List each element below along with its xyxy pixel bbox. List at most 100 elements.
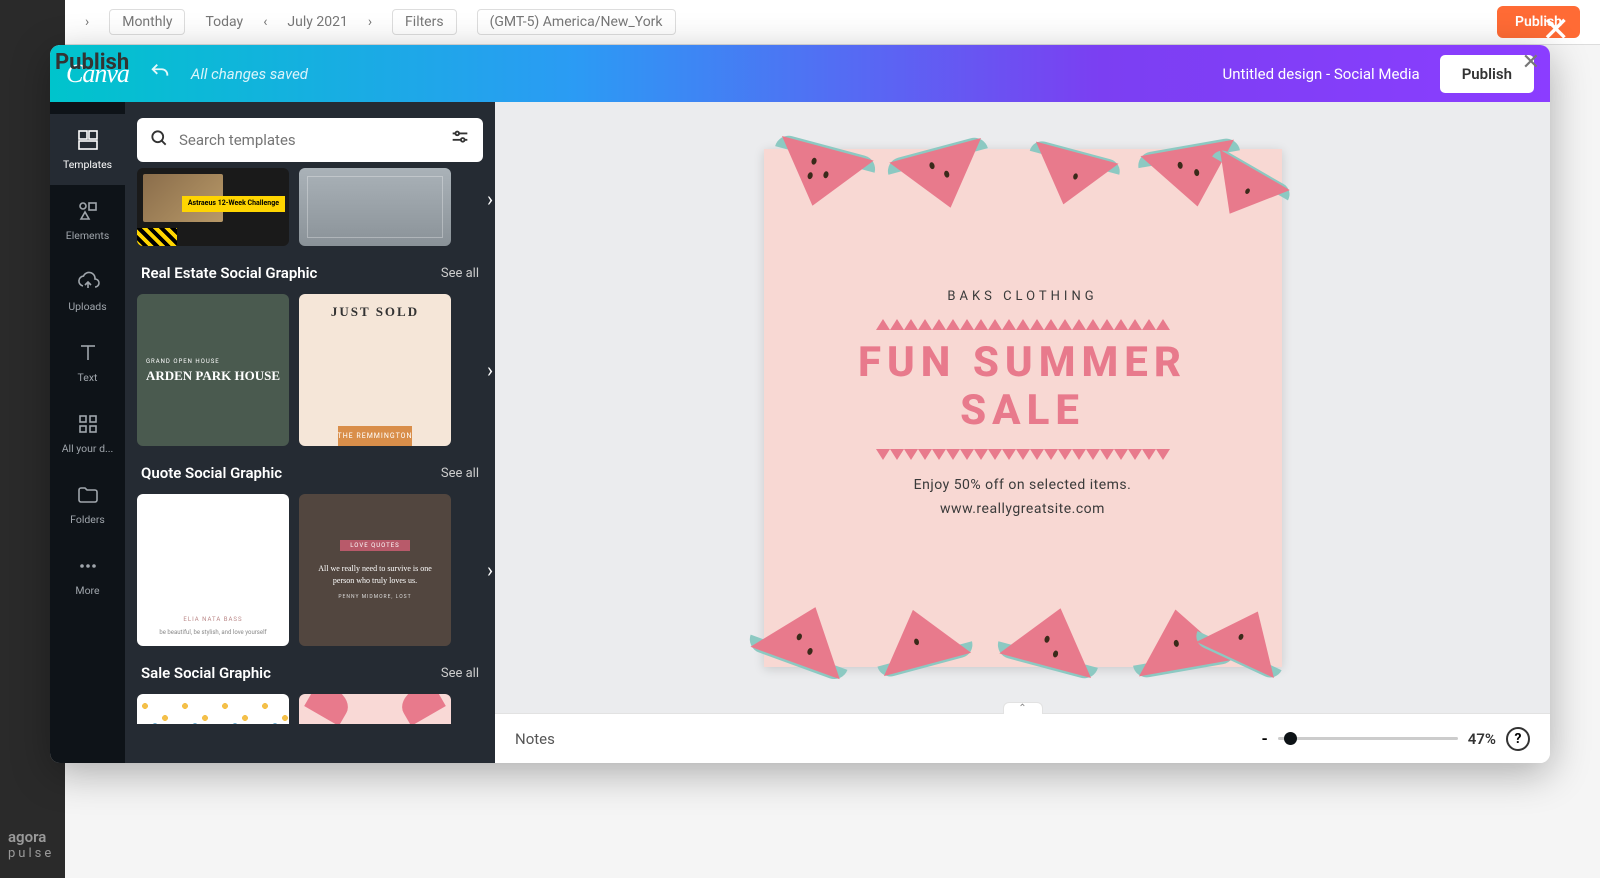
section-title: Quote Social Graphic [141, 464, 282, 482]
document-title[interactable]: Untitled design - Social Media [1223, 65, 1420, 83]
thumb-bottom-text: THE REMMINGTON [338, 426, 413, 446]
section-quote: Quote Social Graphic See all ELIA NATA B… [137, 464, 483, 646]
bg-nav-arrow: › [85, 14, 89, 30]
template-thumb[interactable]: GRAND OPEN HOUSE ARDEN PARK HOUSE [137, 294, 289, 446]
bg-date: July 2021 [287, 14, 347, 30]
nav-text[interactable]: Text [50, 327, 125, 398]
watermelon-icon [996, 595, 1106, 687]
section-title: Sale Social Graphic [141, 664, 271, 682]
editor-topbar: Canva All changes saved Untitled design … [50, 45, 1550, 102]
thumb-tag: LOVE QUOTES [340, 540, 409, 551]
close-icon[interactable]: ✕ [1542, 10, 1571, 50]
design-brand-text[interactable]: BAKS CLOTHING [764, 289, 1282, 304]
design-subtext2[interactable]: www.reallygreatsite.com [764, 501, 1282, 517]
zoom-minus[interactable]: - [1261, 729, 1267, 748]
thumb-caption: be beautiful, be stylish, and love yours… [157, 623, 268, 638]
headline-line2: SALE [960, 386, 1085, 435]
watermelon-icon [766, 125, 876, 217]
design-divider-bottom [864, 449, 1182, 461]
nav-templates-label: Templates [63, 158, 112, 171]
thumb-row: GRAND OPEN HOUSE ARDEN PARK HOUSE JUST S… [137, 294, 483, 446]
template-thumb[interactable]: JUST SOLD THE REMMINGTON [299, 294, 451, 446]
canva-editor-modal: Canva All changes saved Untitled design … [50, 45, 1550, 763]
thumb-name: ELIA NATA BASS [183, 616, 242, 623]
watermelon-icon [886, 127, 996, 219]
bg-timezone: (GMT-5) America/New_York [477, 9, 676, 35]
save-status: All changes saved [191, 65, 308, 83]
agorapulse-logo: agora pulse [8, 830, 54, 860]
template-thumb[interactable]: Astraeus 12-Week Challenge [137, 168, 289, 246]
watermelon-icon [746, 590, 859, 688]
nav-elements-label: Elements [66, 229, 110, 242]
template-thumb[interactable] [299, 168, 451, 246]
watermelon-icon [1022, 132, 1121, 215]
see-all-link[interactable]: See all [441, 466, 479, 481]
undo-icon[interactable] [149, 61, 171, 87]
bg-monthly: Monthly [109, 9, 185, 35]
thumb-quote: All we really need to survive is one per… [311, 563, 439, 585]
chevron-right-icon[interactable]: › [487, 558, 493, 582]
template-thumb[interactable]: LOVE QUOTES All we really need to surviv… [299, 494, 451, 646]
agora-line1: agora [8, 828, 46, 846]
search-input[interactable] [179, 131, 439, 149]
nav-folders[interactable]: Folders [50, 469, 125, 540]
thumb-top-text: JUST SOLD [331, 294, 419, 330]
zoom-control: - 47% ? [1261, 727, 1530, 751]
see-all-link[interactable]: See all [441, 266, 479, 281]
template-thumb[interactable]: ELIA NATA BASS be beautiful, be stylish,… [137, 494, 289, 646]
zoom-slider-thumb[interactable] [1284, 732, 1297, 745]
nav-elements[interactable]: Elements [50, 185, 125, 256]
thumb-row: ELIA NATA BASS be beautiful, be stylish,… [137, 494, 483, 646]
filter-icon[interactable] [449, 127, 471, 153]
design-divider-top [864, 319, 1182, 331]
bg-toolbar: › Monthly Today ‹ July 2021 › Filters (G… [65, 0, 1600, 45]
thumb-row-partial: Astraeus 12-Week Challenge › [137, 168, 483, 246]
bg-next: › [368, 14, 372, 30]
chevron-right-icon[interactable]: › [487, 187, 493, 211]
expand-handle-icon[interactable]: ⌃ [1003, 702, 1043, 714]
editor-body: Templates Elements Uploads Text All your… [50, 102, 1550, 763]
canvas-footer: ⌃ Notes - 47% ? [495, 713, 1550, 763]
zoom-slider[interactable] [1278, 737, 1458, 740]
nav-more-label: More [75, 584, 99, 597]
nav-allyourd-label: All your d... [62, 442, 114, 455]
see-all-link[interactable]: See all [441, 666, 479, 681]
templates-panel: Astraeus 12-Week Challenge › Real Estate… [125, 102, 495, 763]
canvas-area: BAKS CLOTHING FUN SUMMER SALE Enjoy 50% … [495, 102, 1550, 763]
nav-allyourdesigns[interactable]: All your d... [50, 398, 125, 469]
bg-filters: Filters [392, 9, 457, 35]
nav-more[interactable]: More [50, 540, 125, 611]
thumb-row [137, 694, 483, 724]
canvas-viewport[interactable]: BAKS CLOTHING FUN SUMMER SALE Enjoy 50% … [495, 102, 1550, 713]
template-thumb[interactable] [137, 694, 289, 724]
agora-line2: pulse [8, 846, 54, 861]
section-realestate: Real Estate Social Graphic See all GRAND… [137, 264, 483, 446]
publish-button[interactable]: Publish [1440, 55, 1534, 93]
chevron-right-icon[interactable]: › [487, 358, 493, 382]
nav-uploads[interactable]: Uploads [50, 256, 125, 327]
template-search[interactable] [137, 118, 483, 162]
section-sale: Sale Social Graphic See all [137, 664, 483, 724]
thumb-author: PENNY MIDMORE, LOST [338, 594, 411, 600]
template-thumb[interactable] [299, 694, 451, 724]
nav-uploads-label: Uploads [68, 300, 106, 313]
headline-line1: FUN SUMMER [858, 338, 1187, 387]
thumb-smalltext: GRAND OPEN HOUSE [146, 358, 280, 365]
modal-header-publish: Publish [55, 50, 129, 75]
nav-templates[interactable]: Templates [50, 114, 125, 185]
watermelon-icon [869, 598, 973, 686]
design-canvas[interactable]: BAKS CLOTHING FUN SUMMER SALE Enjoy 50% … [764, 149, 1282, 667]
bg-prev: ‹ [263, 14, 267, 30]
modal-inner-close[interactable]: ✕ [1522, 50, 1540, 75]
design-headline[interactable]: FUN SUMMER SALE [764, 339, 1282, 436]
thumb-bigtext: ARDEN PARK HOUSE [146, 369, 280, 383]
thumb-label: Astraeus 12-Week Challenge [182, 196, 285, 212]
nav-text-label: Text [78, 371, 98, 384]
notes-button[interactable]: Notes [515, 730, 555, 748]
nav-folders-label: Folders [70, 513, 105, 526]
zoom-value[interactable]: 47% [1468, 730, 1496, 748]
design-subtext1[interactable]: Enjoy 50% off on selected items. [764, 477, 1282, 493]
search-icon [149, 128, 169, 152]
side-nav: Templates Elements Uploads Text All your… [50, 102, 125, 763]
help-icon[interactable]: ? [1506, 727, 1530, 751]
